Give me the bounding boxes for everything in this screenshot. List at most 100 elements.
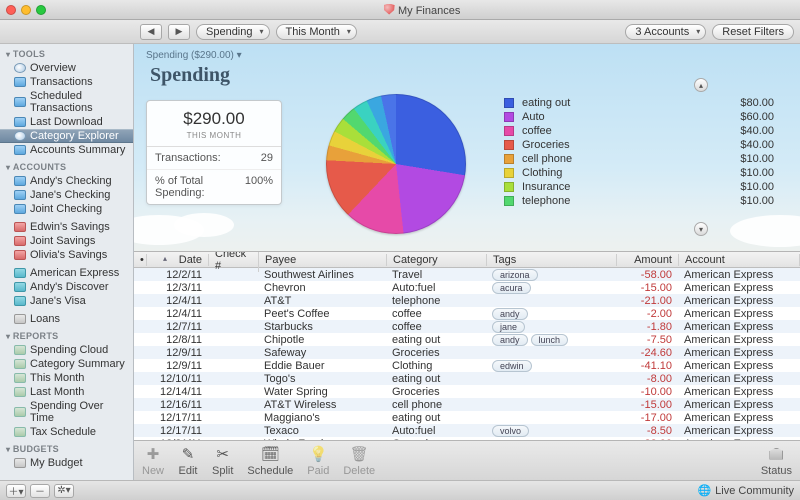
legend-row[interactable]: Clothing$10.00: [504, 166, 774, 180]
legend-row[interactable]: coffee$40.00: [504, 124, 774, 138]
table-row[interactable]: 12/16/11AT&T Wirelesscell phone-15.00Ame…: [134, 398, 800, 411]
cell-tags: edwin: [486, 360, 616, 372]
sidebar-group-header[interactable]: TOOLS: [0, 44, 133, 61]
cell-payee: AT&T Wireless: [258, 399, 386, 411]
new-button[interactable]: ✚New: [142, 445, 164, 477]
legend-row[interactable]: telephone$10.00: [504, 194, 774, 208]
delete-button[interactable]: 🗑Delete: [343, 445, 375, 477]
status-button[interactable]: Status: [761, 445, 792, 477]
sidebar-item[interactable]: Jane's Checking: [0, 188, 133, 202]
col-account[interactable]: Account: [679, 254, 800, 266]
table-body[interactable]: 12/2/11Southwest AirlinesTravelarizona-5…: [134, 268, 800, 440]
cell-date: 12/14/11: [146, 386, 208, 398]
tag-chip[interactable]: jane: [492, 321, 525, 333]
nav-forward-button[interactable]: ▶: [168, 24, 190, 40]
sidebar-group-header[interactable]: BUDGETS: [0, 439, 133, 456]
sidebar-item[interactable]: Andy's Checking: [0, 174, 133, 188]
col-amount[interactable]: Amount: [617, 254, 679, 266]
sidebar-item[interactable]: Overview: [0, 61, 133, 75]
sidebar-item[interactable]: Olivia's Savings: [0, 248, 133, 262]
tag-chip[interactable]: lunch: [531, 334, 569, 346]
legend-row[interactable]: eating out$80.00: [504, 96, 774, 110]
cell-category: coffee: [386, 321, 486, 333]
legend-row[interactable]: Auto$60.00: [504, 110, 774, 124]
col-marker[interactable]: •: [134, 254, 147, 266]
legend-scroll-down[interactable]: ▾: [694, 222, 708, 236]
breadcrumb[interactable]: Spending ($290.00) ▾: [146, 50, 242, 61]
zoom-icon[interactable]: [36, 5, 46, 15]
cell-payee: Water Spring: [258, 386, 386, 398]
sidebar-item[interactable]: Tax Schedule: [0, 425, 133, 439]
tag-chip[interactable]: andy: [492, 308, 528, 320]
sidebar-group-header[interactable]: REPORTS: [0, 326, 133, 343]
tag-chip[interactable]: andy: [492, 334, 528, 346]
table-row[interactable]: 12/4/11Peet's Coffeecoffeeandy-2.00Ameri…: [134, 307, 800, 320]
table-row[interactable]: 12/17/11Maggiano'seating out-17.00Americ…: [134, 411, 800, 424]
sidebar-item[interactable]: Edwin's Savings: [0, 220, 133, 234]
table-row[interactable]: 12/8/11Chipotleeating outandylunch-7.50A…: [134, 333, 800, 346]
table-row[interactable]: 12/10/11Togo'seating out-8.00American Ex…: [134, 372, 800, 385]
sidebar-item[interactable]: Last Month: [0, 385, 133, 399]
nav-back-button[interactable]: ◀: [140, 24, 162, 40]
schedule-button[interactable]: 🗓Schedule: [247, 445, 293, 477]
tag-chip[interactable]: edwin: [492, 360, 532, 372]
sidebar-item[interactable]: Spending Cloud: [0, 343, 133, 357]
table-row[interactable]: 12/9/11Eddie BauerClothingedwin-41.10Ame…: [134, 359, 800, 372]
report-header: Spending ($290.00) ▾ Spending $290.00 TH…: [134, 44, 800, 252]
edit-button[interactable]: ✎Edit: [178, 445, 198, 477]
table-row[interactable]: 12/14/11Water SpringGroceries-10.00Ameri…: [134, 385, 800, 398]
legend-name: Insurance: [522, 181, 718, 193]
col-category[interactable]: Category: [387, 254, 487, 266]
sidebar-item[interactable]: Spending Over Time: [0, 399, 133, 425]
sidebar-item[interactable]: Jane's Visa: [0, 294, 133, 308]
period-dropdown[interactable]: This Month: [276, 24, 357, 40]
summary-period: THIS MONTH: [147, 131, 281, 147]
remove-button[interactable]: －: [30, 484, 50, 498]
sidebar-item[interactable]: Transactions: [0, 75, 133, 89]
table-row[interactable]: 12/7/11Starbuckscoffeejane-1.80American …: [134, 320, 800, 333]
sidebar-item[interactable]: Category Summary: [0, 357, 133, 371]
sidebar-group-header[interactable]: ACCOUNTS: [0, 157, 133, 174]
minimize-icon[interactable]: [21, 5, 31, 15]
col-date[interactable]: Date: [147, 254, 209, 266]
sidebar-item[interactable]: Category Explorer: [0, 129, 133, 143]
col-payee[interactable]: Payee: [259, 254, 387, 266]
sidebar-item[interactable]: Scheduled Transactions: [0, 89, 133, 115]
legend-row[interactable]: Groceries$40.00: [504, 138, 774, 152]
sidebar-item[interactable]: Joint Checking: [0, 202, 133, 216]
close-icon[interactable]: [6, 5, 16, 15]
split-button[interactable]: ✂Split: [212, 445, 233, 477]
sidebar-item[interactable]: Joint Savings: [0, 234, 133, 248]
table-row[interactable]: 12/17/11TexacoAuto:fuelvolvo-8.50America…: [134, 424, 800, 437]
paid-button[interactable]: 💡Paid: [307, 445, 329, 477]
settings-button[interactable]: ✲▾: [54, 484, 74, 498]
sidebar-item[interactable]: Last Download: [0, 115, 133, 129]
sidebar-item[interactable]: Andy's Discover: [0, 280, 133, 294]
pie-chart[interactable]: [326, 94, 466, 234]
view-dropdown[interactable]: Spending: [196, 24, 270, 40]
col-check[interactable]: Check #: [209, 252, 259, 272]
col-tags[interactable]: Tags: [487, 254, 617, 266]
reset-filters-button[interactable]: Reset Filters: [712, 24, 794, 40]
live-community-link[interactable]: 🌐 Live Community: [697, 484, 794, 497]
cell-amount: -1.80: [616, 321, 678, 333]
sidebar-item[interactable]: Accounts Summary: [0, 143, 133, 157]
table-row[interactable]: 12/9/11SafewayGroceries-24.60American Ex…: [134, 346, 800, 359]
sidebar-item-label: Category Summary: [30, 358, 125, 370]
sidebar-item[interactable]: American Express: [0, 266, 133, 280]
tag-chip[interactable]: volvo: [492, 425, 529, 437]
sidebar-item[interactable]: This Month: [0, 371, 133, 385]
accounts-dropdown[interactable]: 3 Accounts: [625, 24, 706, 40]
tag-chip[interactable]: acura: [492, 282, 531, 294]
legend-row[interactable]: Insurance$10.00: [504, 180, 774, 194]
report-title: Spending: [150, 64, 230, 87]
legend-row[interactable]: cell phone$10.00: [504, 152, 774, 166]
legend-scroll-up[interactable]: ▴: [694, 78, 708, 92]
tag-chip[interactable]: arizona: [492, 269, 538, 281]
table-row[interactable]: 12/3/11ChevronAuto:fuelacura-15.00Americ…: [134, 281, 800, 294]
sidebar-item[interactable]: My Budget: [0, 456, 133, 470]
add-button[interactable]: ＋▾: [6, 484, 26, 498]
table-row[interactable]: 12/4/11AT&Ttelephone-21.00American Expre…: [134, 294, 800, 307]
sidebar-item-label: Spending Over Time: [30, 400, 127, 424]
sidebar-item[interactable]: Loans: [0, 312, 133, 326]
